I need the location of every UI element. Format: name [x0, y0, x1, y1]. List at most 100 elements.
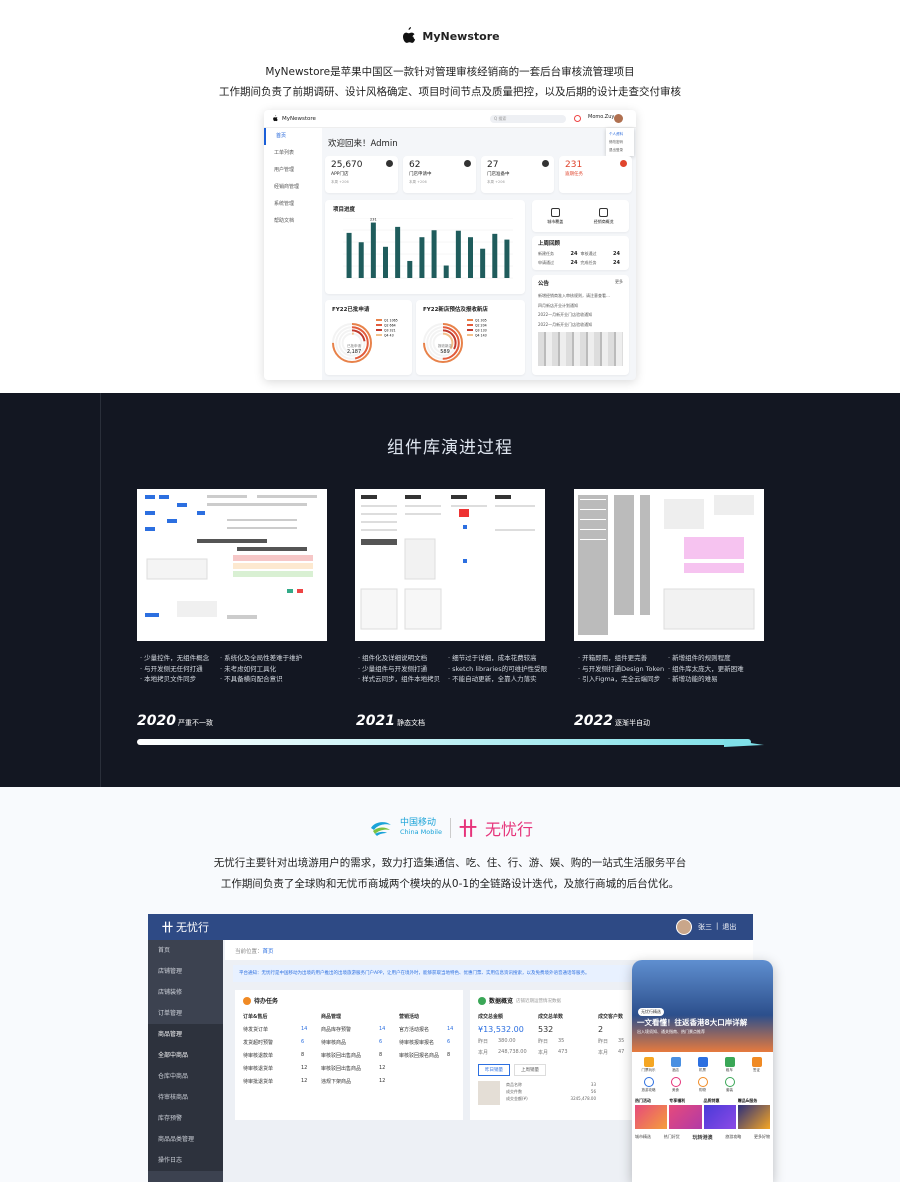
sidebar-item-decor[interactable]: 店铺装修 — [148, 982, 223, 1003]
admin-user-name[interactable]: 张三 — [698, 922, 712, 932]
todo-cell[interactable]: 商品库存预警 — [321, 1026, 379, 1033]
promo-card[interactable]: 热门活动 — [635, 1098, 668, 1129]
sidebar-item-shop[interactable]: 店铺管理 — [148, 961, 223, 982]
sidebar-item-users[interactable]: 用户管理 — [264, 162, 322, 179]
notice-item[interactable]: 四月新店开业计划通知 — [538, 301, 623, 311]
phone-tab[interactable]: 旅游攻略 — [725, 1134, 741, 1141]
sidebar-item-orders[interactable]: 订单管理 — [148, 1003, 223, 1024]
category-package[interactable]: 套装 — [717, 1077, 742, 1093]
quick-link-dealer[interactable]: 经销商概览 — [594, 207, 614, 225]
todo-count[interactable]: 8 — [301, 1052, 321, 1059]
bar[interactable] — [468, 237, 473, 278]
todo-count[interactable]: 12 — [301, 1078, 321, 1085]
stat-card[interactable]: 62 门店申请中 本周 +206 — [403, 156, 476, 193]
avatar[interactable] — [614, 114, 623, 123]
sidebar-subitem-category[interactable]: 商品品类管理 — [148, 1129, 223, 1150]
sidebar-subitem-all[interactable]: 全部中商品 — [148, 1045, 223, 1066]
category-food[interactable]: 美食 — [663, 1077, 688, 1093]
todo-cell[interactable]: 发货超时预警 — [243, 1039, 301, 1046]
notice-more-link[interactable]: 更多 — [615, 279, 623, 287]
notice-item[interactable]: 新增经销商准入审核规则，请注意查看… — [538, 291, 623, 301]
todo-cell[interactable]: 官方活动报名 — [399, 1026, 447, 1033]
sidebar-item-system[interactable]: 系统管理 — [264, 196, 322, 213]
phone-tab[interactable]: 玩转港澳 — [692, 1134, 712, 1141]
category-shopping[interactable]: 购物 — [690, 1077, 715, 1093]
promo-card[interactable]: 赠品&服务 — [737, 1098, 770, 1129]
bar[interactable] — [346, 232, 352, 278]
todo-count[interactable]: 6 — [447, 1039, 461, 1046]
bar[interactable] — [358, 242, 364, 278]
phone-tab[interactable]: 城市精选 — [635, 1134, 651, 1141]
menu-item-logout[interactable]: 退出登录 — [609, 146, 631, 154]
phone-banner[interactable]: 无忧行精选 一文看懂！往返香港8大口岸详解 出入境须知、通关指南、热门景点推荐 — [632, 960, 773, 1052]
bar[interactable] — [431, 230, 437, 278]
todo-count[interactable]: 8 — [379, 1052, 399, 1059]
category-tickets[interactable]: 门票玩乐 — [636, 1057, 661, 1073]
sidebar-item-orders[interactable]: 工单列表 — [264, 145, 322, 162]
category-guide[interactable]: 旅游攻略 — [636, 1077, 661, 1093]
todo-cell[interactable]: 审核驳回出售商品 — [321, 1065, 379, 1072]
todo-count[interactable]: 8 — [447, 1052, 461, 1059]
search-input[interactable]: Q 搜索 — [490, 115, 566, 123]
todo-cell[interactable]: 审核驳回出售商品 — [321, 1052, 379, 1059]
todo-count[interactable]: 12 — [301, 1065, 321, 1072]
sidebar-item-help[interactable]: 帮助文档 — [264, 213, 322, 230]
bar[interactable] — [455, 230, 461, 278]
todo-count[interactable]: 14 — [379, 1026, 399, 1033]
stat-card[interactable]: 25,670 APP门店 本周 +206 — [325, 156, 398, 193]
user-name[interactable]: Momo.Zuy — [588, 114, 614, 120]
todo-cell[interactable]: 待审核商品 — [321, 1039, 379, 1046]
todo-count[interactable]: 14 — [301, 1026, 321, 1033]
tab-last-week[interactable]: 上周销量 — [514, 1064, 546, 1076]
tab-yesterday[interactable]: 昨日销量 — [478, 1064, 510, 1076]
stat-card[interactable]: 27 门店准备中 本周 +206 — [481, 156, 554, 193]
todo-count[interactable]: 12 — [379, 1078, 399, 1085]
notification-icon[interactable] — [574, 115, 581, 122]
bar[interactable] — [370, 222, 376, 278]
quick-link-city[interactable]: 城市覆盖 — [547, 207, 563, 225]
sidebar-item-dealers[interactable]: 经销商管理 — [264, 179, 322, 196]
promo-card[interactable]: 专享福利 — [669, 1098, 702, 1129]
sidebar-item-home[interactable]: 首页 — [264, 128, 322, 145]
category-car[interactable]: 租车 — [717, 1057, 742, 1073]
todo-cell[interactable]: 待审批退货单 — [243, 1078, 301, 1085]
bar[interactable] — [395, 226, 401, 278]
todo-cell[interactable]: 违规下架商品 — [321, 1078, 379, 1085]
phone-tab[interactable]: 热门好货 — [664, 1134, 680, 1141]
bar[interactable] — [419, 237, 425, 278]
todo-count[interactable]: 6 — [301, 1039, 321, 1046]
todo-cell[interactable]: 待审核退货单 — [243, 1065, 301, 1072]
sidebar-subitem-review[interactable]: 待审核商品 — [148, 1087, 223, 1108]
todo-count[interactable]: 12 — [379, 1065, 399, 1072]
todo-count[interactable]: 6 — [379, 1039, 399, 1046]
todo-cell[interactable]: 待审核报审报名 — [399, 1039, 447, 1046]
bar[interactable] — [492, 233, 498, 278]
stat-card-overdue[interactable]: 231 逾期任务 — [559, 156, 632, 193]
sidebar-item-goods[interactable]: 商品管理 — [148, 1024, 223, 1045]
sidebar-item-home[interactable]: 首页 — [148, 940, 223, 961]
avatar[interactable] — [676, 919, 692, 935]
notice-item[interactable]: 2022一月新开业门店验收通知 — [538, 320, 623, 330]
category-flight[interactable]: 机票 — [690, 1057, 715, 1073]
menu-item-password[interactable]: 修改密码 — [609, 138, 631, 146]
sidebar-subitem-stock[interactable]: 库存预警 — [148, 1108, 223, 1129]
bar[interactable] — [480, 248, 486, 278]
phone-tab[interactable]: 更多好物 — [754, 1134, 770, 1141]
logout-link[interactable]: 退出 — [722, 922, 736, 932]
category-visa[interactable]: 签证 — [744, 1057, 769, 1073]
bar[interactable] — [407, 260, 413, 278]
bar[interactable] — [443, 265, 449, 278]
todo-cell[interactable]: 待审核退款单 — [243, 1052, 301, 1059]
todo-cell[interactable]: 待发货订单 — [243, 1026, 301, 1033]
sidebar-subitem-warehouse[interactable]: 仓库中商品 — [148, 1066, 223, 1087]
bar[interactable] — [504, 239, 510, 278]
bar[interactable] — [383, 246, 388, 278]
promo-card[interactable]: 品质特惠 — [703, 1098, 736, 1129]
todo-count[interactable]: 14 — [447, 1026, 461, 1033]
sidebar-subitem-log[interactable]: 操作日志 — [148, 1150, 223, 1171]
menu-item-profile[interactable]: 个人资料 — [609, 130, 631, 138]
notice-item[interactable]: 2022一月新开业门店验收通知 — [538, 310, 623, 320]
breadcrumb-current[interactable]: 首页 — [263, 949, 274, 955]
todo-cell[interactable]: 审核驳回报名商品 — [399, 1052, 447, 1059]
category-hotel[interactable]: 酒店 — [663, 1057, 688, 1073]
